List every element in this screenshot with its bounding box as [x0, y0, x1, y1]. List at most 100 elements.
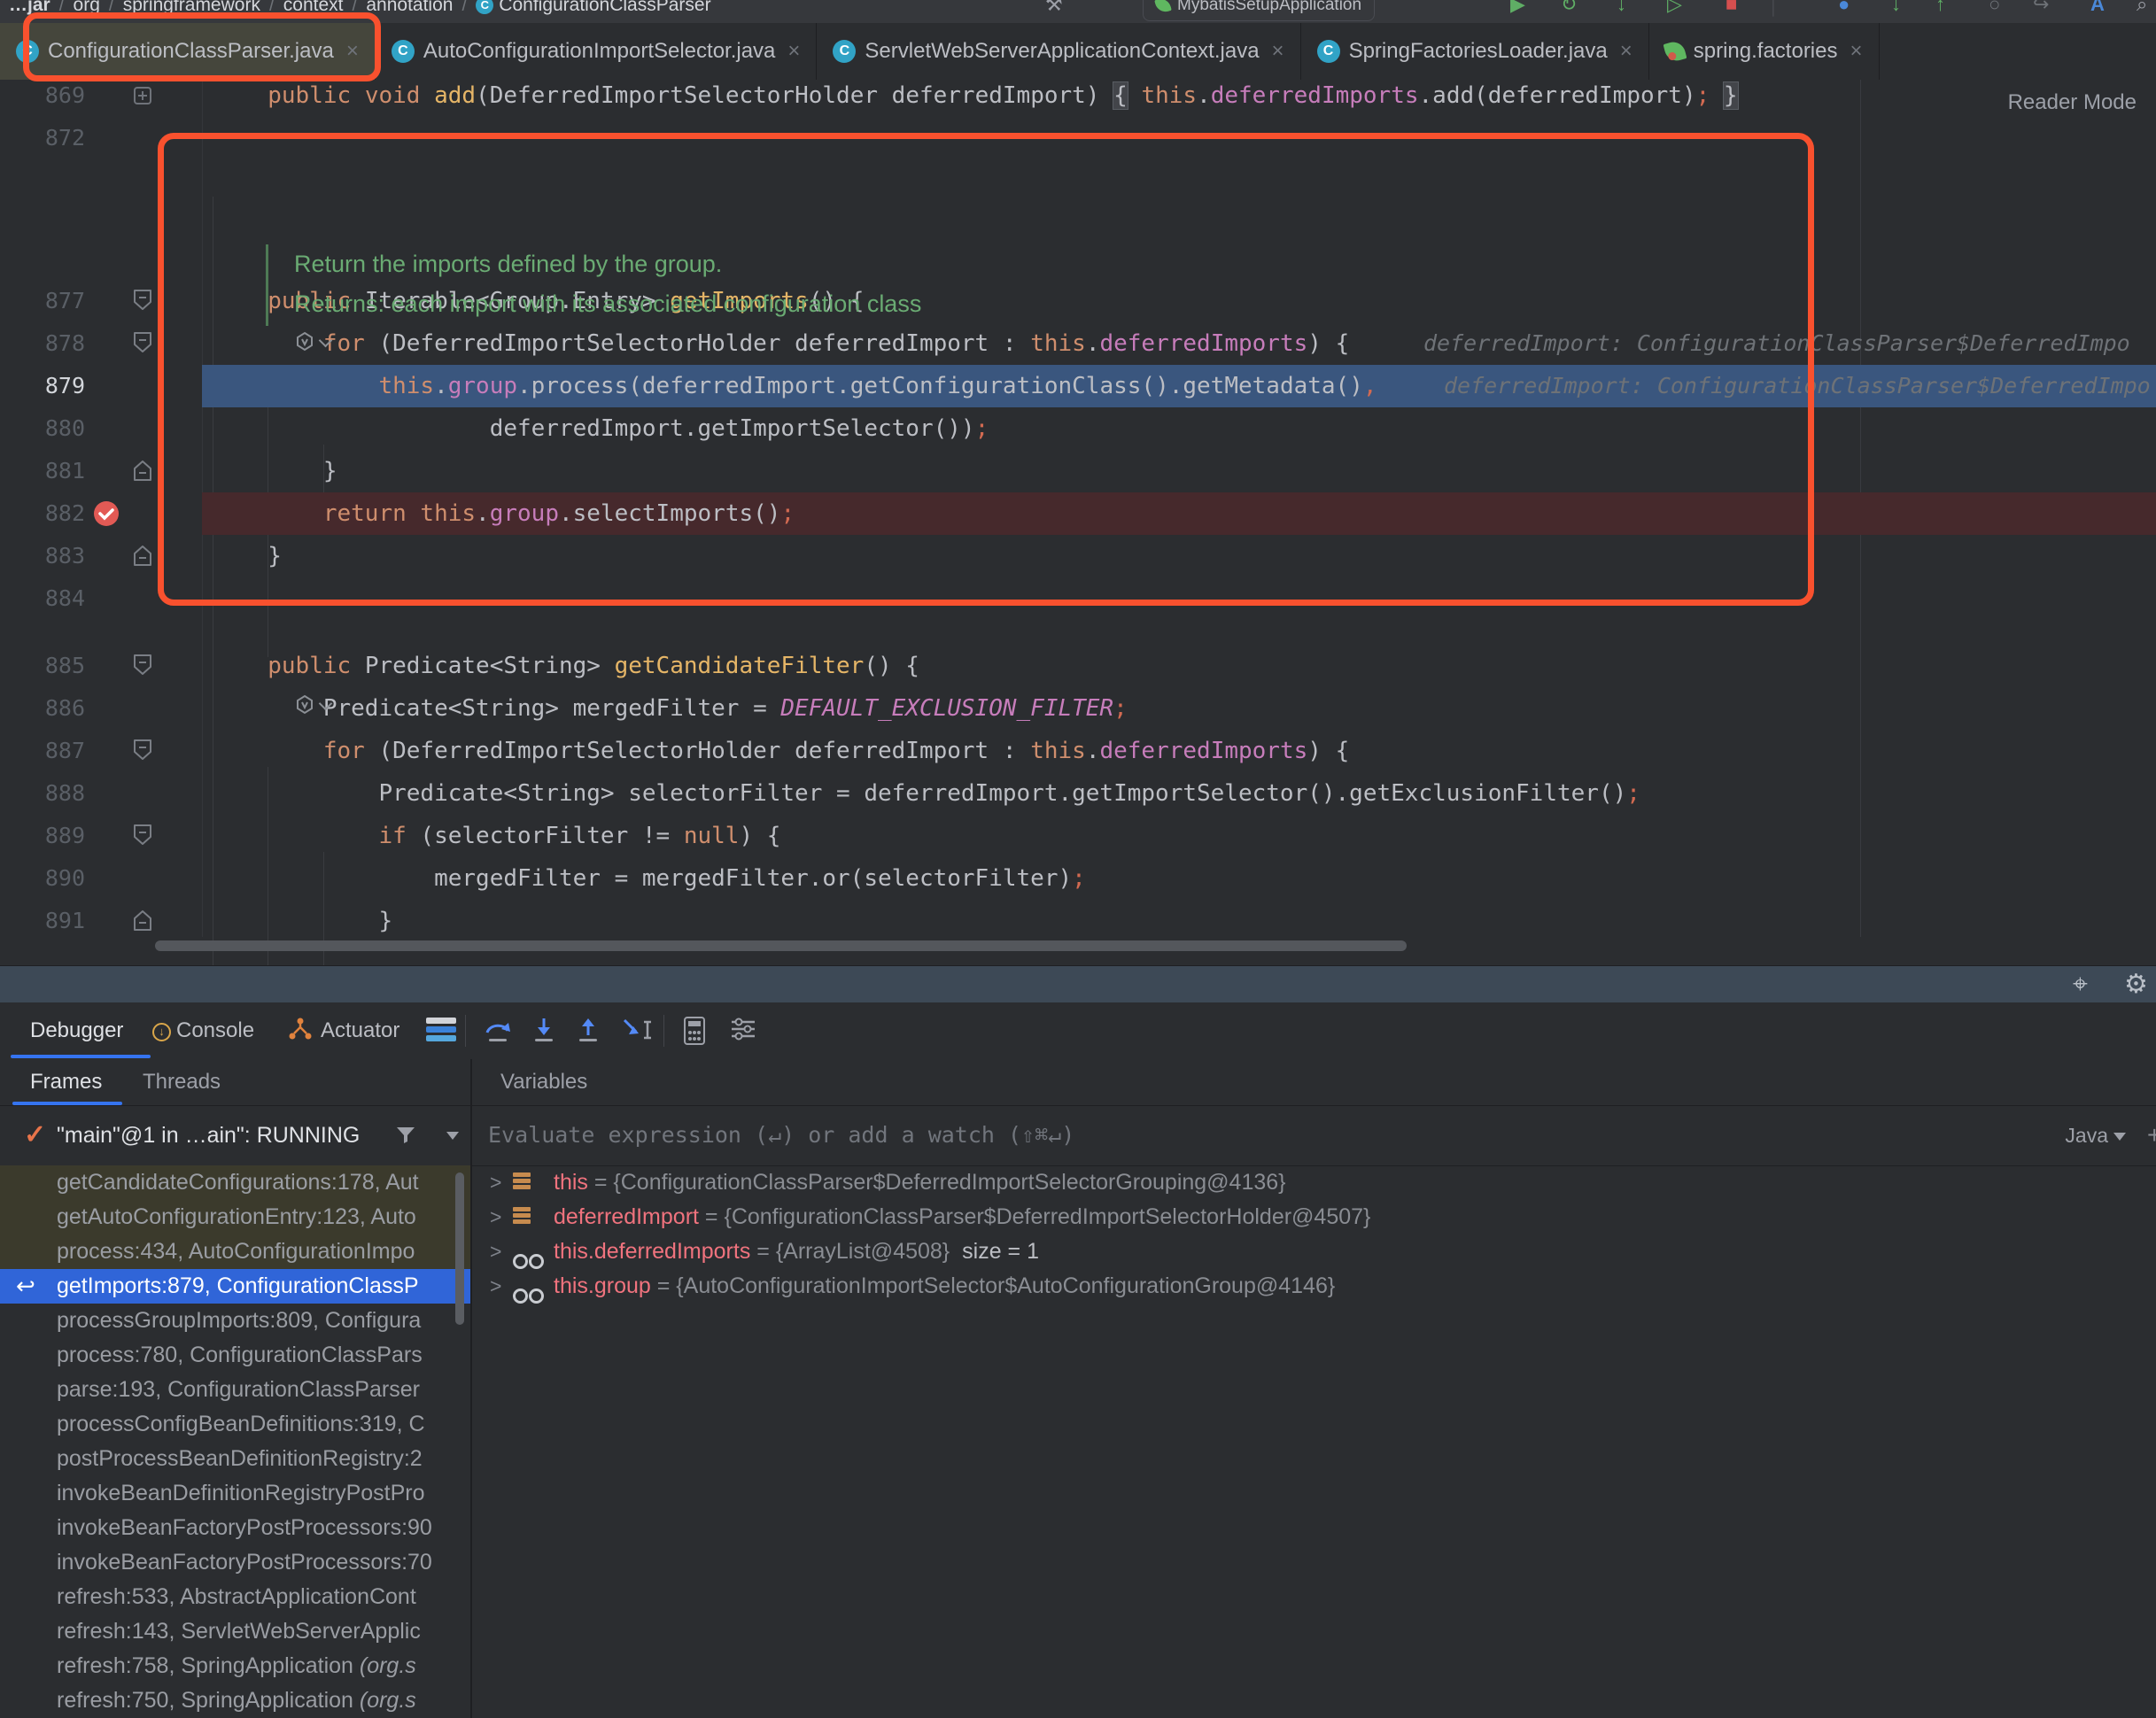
line-number[interactable]: 882	[0, 492, 85, 535]
stop-button-icon[interactable]: ■	[1726, 0, 1737, 19]
add-watch-icon[interactable]: +	[2147, 1105, 2156, 1165]
line-number[interactable]: 880	[0, 407, 85, 450]
frames-scrollbar[interactable]	[455, 1172, 464, 1325]
evaluate-expression-bar[interactable]: Evaluate expression (↵) or add a watch (…	[472, 1105, 2156, 1166]
close-tab-icon[interactable]: ×	[1272, 39, 1284, 64]
gear-icon[interactable]: ⚙	[2124, 968, 2148, 1002]
call-stack-list[interactable]: getCandidateConfigurations:178, AutgetAu…	[0, 1165, 470, 1718]
variables-list[interactable]: >this = {ConfigurationClassParser$Deferr…	[472, 1165, 2156, 1718]
layout-options-icon[interactable]	[426, 1018, 456, 1044]
stack-frame[interactable]: invokeBeanFactoryPostProcessors:90	[0, 1511, 470, 1545]
run-button-icon[interactable]: ▶	[1510, 0, 1525, 19]
tab-frames[interactable]: Frames	[30, 1059, 102, 1105]
history-icon[interactable]: ○	[1989, 0, 2000, 19]
code-editor[interactable]: 869 public void add(DeferredImportSelect…	[0, 80, 2156, 965]
redo-icon[interactable]: ↪	[2033, 0, 2049, 19]
editor-tab[interactable]: spring.factories×	[1649, 23, 1880, 80]
search-everywhere-icon[interactable]: ⌕	[2137, 0, 2147, 19]
reader-mode-button[interactable]: Reader Mode	[2008, 90, 2137, 115]
evaluate-expression-button[interactable]	[681, 1015, 708, 1051]
stack-frame[interactable]: processGroupImports:809, Configura	[0, 1304, 470, 1338]
tab-actuator[interactable]: Actuator	[287, 1002, 399, 1059]
git-branch-icon[interactable]: ●	[1838, 0, 1850, 19]
variable-row[interactable]: >deferredImport = {ConfigurationClassPar…	[472, 1200, 2156, 1234]
breadcrumb-item[interactable]: org	[74, 0, 100, 15]
expand-chevron-icon[interactable]: >	[490, 1234, 501, 1269]
stack-frame[interactable]: getCandidateConfigurations:178, Aut	[0, 1165, 470, 1200]
stack-frame[interactable]: refresh:533, AbstractApplicationCont	[0, 1580, 470, 1614]
git-update-icon[interactable]: ↓	[1891, 0, 1901, 19]
git-push-icon[interactable]: ↑	[1935, 0, 1945, 19]
breadcrumb-item[interactable]: springframework	[123, 0, 260, 15]
close-tab-icon[interactable]: ×	[1850, 39, 1863, 64]
stack-frame[interactable]: process:780, ConfigurationClassPars	[0, 1338, 470, 1373]
eval-language-selector[interactable]: Java	[2065, 1105, 2126, 1165]
editor-tab[interactable]: CConfigurationClassParser.java×	[0, 23, 376, 80]
line-number[interactable]: 885	[0, 645, 85, 687]
run-configuration-selector[interactable]: MybatisSetupApplication	[1143, 0, 1375, 21]
step-out-button[interactable]	[573, 1016, 603, 1049]
stack-frame[interactable]: getAutoConfigurationEntry:123, Auto	[0, 1200, 470, 1234]
doc-render-toggle-icon[interactable]	[294, 694, 330, 716]
line-number[interactable]: 884	[0, 577, 85, 620]
variable-row[interactable]: >this = {ConfigurationClassParser$Deferr…	[472, 1165, 2156, 1200]
stack-frame[interactable]: ↩getImports:879, ConfigurationClassP	[0, 1269, 470, 1304]
line-number[interactable]: 888	[0, 772, 85, 815]
run-to-cursor-button[interactable]	[621, 1016, 656, 1049]
expand-chevron-icon[interactable]: >	[490, 1269, 501, 1304]
thread-selector[interactable]: ✓ "main"@1 in …ain": RUNNING	[0, 1105, 470, 1166]
breadcrumb-item[interactable]: context	[283, 0, 344, 15]
debug-button-icon[interactable]: ↻	[1561, 0, 1577, 19]
editor-tab[interactable]: CSpringFactoriesLoader.java×	[1301, 23, 1649, 80]
coverage-button-icon[interactable]: ↓	[1617, 0, 1626, 19]
stack-frame[interactable]: parse:193, ConfigurationClassParser	[0, 1373, 470, 1407]
step-over-button[interactable]	[483, 1016, 513, 1049]
stack-frame[interactable]: invokeBeanFactoryPostProcessors:70	[0, 1545, 470, 1580]
editor-tab[interactable]: CAutoConfigurationImportSelector.java×	[376, 23, 818, 80]
close-tab-icon[interactable]: ×	[346, 39, 359, 64]
line-number[interactable]: 881	[0, 450, 85, 492]
line-number[interactable]: 872	[0, 117, 85, 159]
close-tab-icon[interactable]: ×	[787, 39, 800, 64]
line-number[interactable]: 878	[0, 322, 85, 365]
stack-frame[interactable]: processConfigBeanDefinitions:319, C	[0, 1407, 470, 1442]
line-number[interactable]: 889	[0, 815, 85, 857]
fold-marker-icon[interactable]	[131, 908, 154, 950]
line-number[interactable]: 877	[0, 280, 85, 322]
codewithme-icon[interactable]: A	[2090, 0, 2105, 19]
debugger-settings-icon[interactable]	[728, 1016, 758, 1047]
horizontal-scrollbar[interactable]	[155, 940, 1407, 951]
line-number[interactable]: 879	[0, 365, 85, 407]
expand-chevron-icon[interactable]: >	[490, 1165, 501, 1200]
chevron-down-icon[interactable]	[446, 1132, 459, 1140]
stack-frame[interactable]: postProcessBeanDefinitionRegistry:2	[0, 1442, 470, 1476]
target-icon[interactable]: ⌖	[2073, 968, 2088, 1002]
step-into-button[interactable]	[529, 1016, 559, 1049]
doc-render-toggle-icon[interactable]	[294, 331, 330, 352]
variable-row[interactable]: >this.deferredImports = {ArrayList@4508}…	[472, 1234, 2156, 1269]
breadcrumb[interactable]: …jar/org/springframework/context/annotat…	[9, 0, 711, 23]
filter-frames-icon[interactable]	[394, 1124, 417, 1147]
line-number[interactable]: 869	[0, 80, 85, 117]
breadcrumb-item[interactable]: …jar	[9, 0, 50, 15]
breadcrumb-item[interactable]: annotation	[366, 0, 453, 15]
close-tab-icon[interactable]: ×	[1620, 39, 1633, 64]
tab-console[interactable]: ↓Console	[152, 1002, 254, 1059]
stack-frame[interactable]: refresh:758, SpringApplication (org.s	[0, 1649, 470, 1683]
build-hammer-icon[interactable]: ⚒	[1045, 0, 1063, 19]
line-number[interactable]: 886	[0, 687, 85, 730]
expand-chevron-icon[interactable]: >	[490, 1200, 501, 1234]
line-number[interactable]: 887	[0, 730, 85, 772]
profiler-button-icon[interactable]: ▷	[1667, 0, 1682, 19]
line-number[interactable]: 890	[0, 857, 85, 900]
variable-row[interactable]: >this.group = {AutoConfigurationImportSe…	[472, 1269, 2156, 1304]
stack-frame[interactable]: process:434, AutoConfigurationImpo	[0, 1234, 470, 1269]
editor-tab[interactable]: CServletWebServerApplicationContext.java…	[817, 23, 1300, 80]
stack-frame[interactable]: refresh:143, ServletWebServerApplic	[0, 1614, 470, 1649]
breadcrumb-item[interactable]: ConfigurationClassParser	[499, 0, 710, 15]
stack-frame[interactable]: invokeBeanDefinitionRegistryPostPro	[0, 1476, 470, 1511]
tab-debugger[interactable]: Debugger	[30, 1002, 123, 1059]
line-number[interactable]: 883	[0, 535, 85, 577]
tab-threads[interactable]: Threads	[143, 1059, 221, 1105]
line-number[interactable]: 891	[0, 900, 85, 942]
